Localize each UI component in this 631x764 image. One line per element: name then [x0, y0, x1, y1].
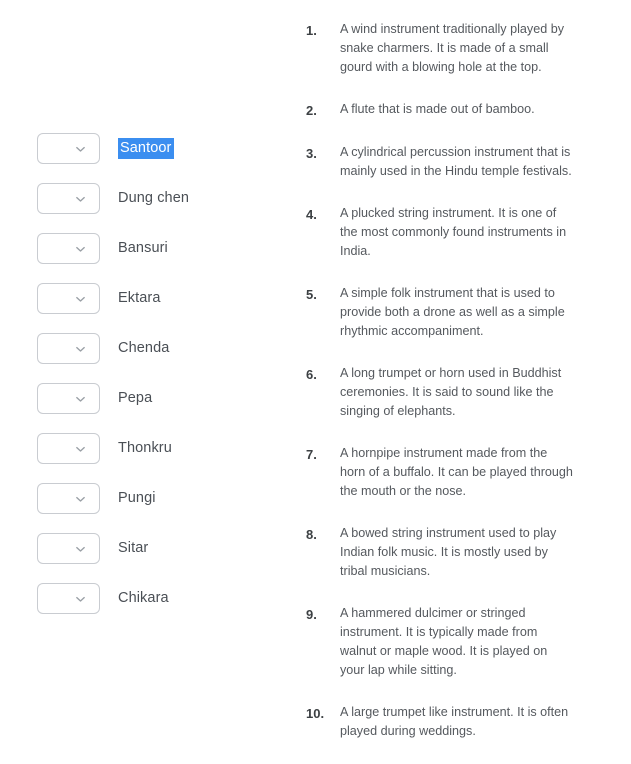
answer-select-8[interactable] [37, 483, 100, 514]
chevron-down-icon [75, 493, 86, 504]
chevron-down-icon [75, 343, 86, 354]
answer-label-10: Chikara [118, 590, 169, 606]
clue-number: 3. [306, 146, 317, 161]
answer-select-3[interactable] [37, 233, 100, 264]
answer-label-7: Thonkru [118, 440, 172, 456]
answer-select-5[interactable] [37, 333, 100, 364]
matching-quiz-page: Santoor Dung chen Bansuri Ektara Chenda … [0, 0, 631, 759]
answer-row: Bansuri [37, 233, 277, 283]
answer-select-9[interactable] [37, 533, 100, 564]
clue-text: A simple folk instrument that is used to… [340, 286, 565, 338]
answer-label-5: Chenda [118, 340, 170, 356]
answer-select-7[interactable] [37, 433, 100, 464]
answer-select-4[interactable] [37, 283, 100, 314]
answer-label-1: Santoor [118, 138, 174, 159]
answer-label-9: Sitar [118, 540, 149, 556]
answer-row: Chenda [37, 333, 277, 383]
clue-item: 2. A flute that is made out of bamboo. [306, 100, 574, 120]
answer-row: Dung chen [37, 183, 277, 233]
clue-number: 1. [306, 23, 317, 38]
clue-text: A cylindrical percussion instrument that… [340, 145, 572, 178]
clue-number: 2. [306, 103, 317, 118]
clue-item: 10. A large trumpet like instrument. It … [306, 703, 574, 741]
answer-label-4: Ektara [118, 290, 161, 306]
clue-list: 1. A wind instrument traditionally playe… [306, 20, 574, 764]
clue-text: A hornpipe instrument made from the horn… [340, 446, 573, 498]
answer-select-2[interactable] [37, 183, 100, 214]
answer-label-3: Bansuri [118, 240, 168, 256]
clue-text: A bowed string instrument used to play I… [340, 526, 557, 578]
chevron-down-icon [75, 143, 86, 154]
clue-text: A hammered dulcimer or stringed instrume… [340, 606, 548, 677]
clue-item: 1. A wind instrument traditionally playe… [306, 20, 574, 77]
clue-number: 9. [306, 607, 317, 622]
clue-item: 6. A long trumpet or horn used in Buddhi… [306, 364, 574, 421]
clue-number: 10. [306, 706, 325, 721]
answer-row: Pungi [37, 483, 277, 533]
clue-number: 7. [306, 447, 317, 462]
clue-text: A long trumpet or horn used in Buddhist … [340, 366, 562, 418]
chevron-down-icon [75, 243, 86, 254]
clue-number: 5. [306, 287, 317, 302]
answer-row: Santoor [37, 133, 277, 183]
chevron-down-icon [75, 593, 86, 604]
answer-select-6[interactable] [37, 383, 100, 414]
answer-row: Ektara [37, 283, 277, 333]
clue-item: 9. A hammered dulcimer or stringed instr… [306, 604, 574, 680]
chevron-down-icon [75, 443, 86, 454]
clue-number: 4. [306, 207, 317, 222]
chevron-down-icon [75, 393, 86, 404]
clue-text: A wind instrument traditionally played b… [340, 22, 565, 74]
answer-label-8: Pungi [118, 490, 156, 506]
answer-row: Thonkru [37, 433, 277, 483]
answer-select-10[interactable] [37, 583, 100, 614]
clue-number: 8. [306, 527, 317, 542]
clue-text: A flute that is made out of bamboo. [340, 102, 535, 116]
answer-select-1[interactable] [37, 133, 100, 164]
answer-row: Pepa [37, 383, 277, 433]
chevron-down-icon [75, 543, 86, 554]
clue-item: 8. A bowed string instrument used to pla… [306, 524, 574, 581]
clue-item: 4. A plucked string instrument. It is on… [306, 204, 574, 261]
clue-item: 5. A simple folk instrument that is used… [306, 284, 574, 341]
clue-number: 6. [306, 367, 317, 382]
clue-item: 7. A hornpipe instrument made from the h… [306, 444, 574, 501]
chevron-down-icon [75, 193, 86, 204]
chevron-down-icon [75, 293, 86, 304]
answer-label-2: Dung chen [118, 190, 190, 206]
answer-row: Sitar [37, 533, 277, 583]
clue-text: A plucked string instrument. It is one o… [340, 206, 567, 258]
clue-text: A large trumpet like instrument. It is o… [340, 705, 569, 738]
clue-item: 3. A cylindrical percussion instrument t… [306, 143, 574, 181]
answer-row: Chikara [37, 583, 277, 633]
answer-label-6: Pepa [118, 390, 153, 406]
answer-options-list: Santoor Dung chen Bansuri Ektara Chenda … [37, 133, 277, 633]
